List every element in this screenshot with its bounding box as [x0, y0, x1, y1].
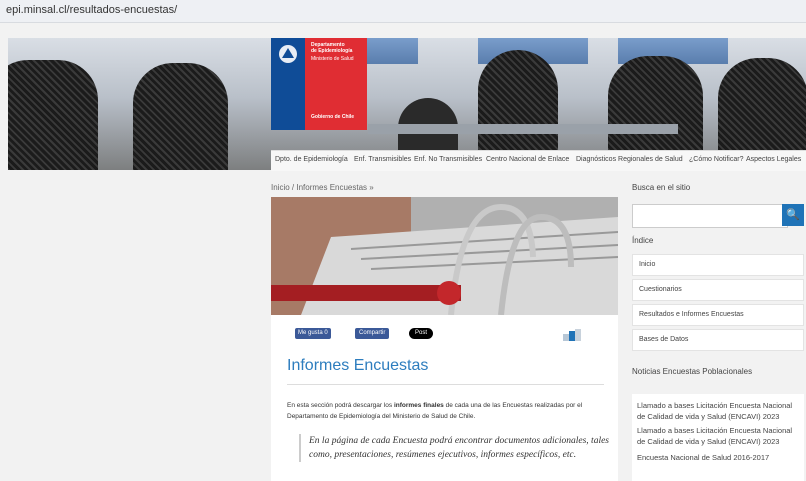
title-divider [287, 384, 604, 385]
left-margin [8, 170, 271, 481]
facebook-share-button[interactable]: Compartir [355, 328, 390, 339]
ministry-logo[interactable]: Departamento de Epidemiología Ministerio… [271, 38, 367, 130]
print-email-icon[interactable] [563, 329, 581, 341]
sidebar-item-label: Resultados e Informes Encuestas [639, 311, 744, 318]
main-navigation: Dpto. de Epidemiología Enf. Transmisible… [271, 150, 806, 171]
nav-item-transmisibles[interactable]: Enf. Transmisibles [354, 156, 411, 163]
logo-footer: Gobierno de Chile [311, 114, 355, 120]
sidebar-item-cuestionarios[interactable]: Cuestionarios [632, 279, 804, 301]
page-title: Informes Encuestas [287, 357, 429, 374]
info-quote: En la página de cada Encuesta podrá enco… [299, 434, 614, 462]
chair-image [8, 60, 98, 170]
nav-item-epidemiologia[interactable]: Dpto. de Epidemiología [275, 156, 348, 163]
search-button[interactable]: 🔍 [782, 204, 804, 226]
binder-photo [271, 197, 618, 315]
nav-item-diagnosticos[interactable]: Diagnósticos Regionales de Salud [576, 156, 683, 163]
conference-table [368, 124, 678, 134]
intro-bold-text: informes finales [393, 402, 444, 409]
chair-image [133, 63, 228, 170]
facebook-like-button[interactable]: Me gusta 0 [295, 328, 331, 339]
x-post-button[interactable]: Post [409, 328, 434, 339]
binder-image-icon [271, 197, 618, 315]
nav-item-como-notificar[interactable]: ¿Cómo Notificar? [689, 156, 743, 163]
news-item[interactable]: Llamado a bases Licitación Encuesta Naci… [637, 425, 797, 447]
index-title: Índice [632, 236, 654, 245]
address-bar[interactable]: epi.minsal.cl/resultados-encuestas/ [0, 0, 806, 23]
main-content: Me gusta 0 Compartir Post Informes Encue… [271, 315, 618, 481]
logo-blue-band [271, 38, 305, 130]
news-title: Noticias Encuestas Poblacionales [632, 367, 753, 376]
search-input[interactable] [632, 204, 788, 228]
breadcrumb[interactable]: Inicio / Informes Encuestas » [271, 183, 374, 192]
sidebar-item-label: Inicio [639, 261, 656, 268]
chair-image [478, 50, 558, 160]
sidebar-item-bases-datos[interactable]: Bases de Datos [632, 329, 804, 351]
intro-text: En esta sección podrá descargar los [287, 402, 394, 409]
sidebar-item-label: Cuestionarios [639, 286, 682, 293]
news-item[interactable]: Encuesta Nacional de Salud 2016-2017 [637, 452, 797, 463]
url-text: epi.minsal.cl/resultados-encuestas/ [6, 4, 178, 16]
nav-item-no-transmisibles[interactable]: Enf. No Transmisibles [414, 156, 482, 163]
coat-of-arms-icon [279, 45, 297, 63]
news-item[interactable]: Llamado a bases Licitación Encuesta Naci… [637, 400, 797, 422]
logo-line-3: Ministerio de Salud [311, 56, 354, 62]
sidebar: Busca en el sitio 🔍 Índice Inicio Cuesti… [632, 183, 804, 481]
logo-line-2: de Epidemiología [311, 48, 353, 54]
search-title: Busca en el sitio [632, 183, 691, 192]
sidebar-item-inicio[interactable]: Inicio [632, 254, 804, 276]
search-icon: 🔍 [786, 209, 800, 221]
sidebar-item-label: Bases de Datos [639, 336, 689, 343]
nav-item-centro-enlace[interactable]: Centro Nacional de Enlace [486, 156, 569, 163]
news-list: Llamado a bases Licitación Encuesta Naci… [632, 394, 804, 481]
intro-paragraph: En esta sección podrá descargar los info… [287, 400, 607, 422]
nav-item-aspectos-legales[interactable]: Aspectos Legales [746, 156, 801, 163]
sidebar-item-resultados[interactable]: Resultados e Informes Encuestas [632, 304, 804, 326]
